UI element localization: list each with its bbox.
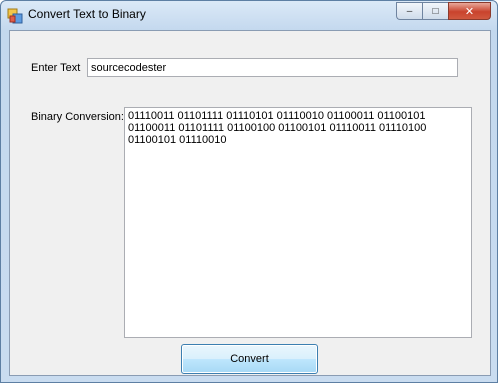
enter-text-label: Enter Text — [31, 62, 81, 74]
app-icon — [7, 8, 23, 24]
window-title: Convert Text to Binary — [28, 7, 146, 21]
minimize-button[interactable]: ‒ — [396, 2, 422, 20]
minimize-icon: ‒ — [406, 5, 413, 17]
binary-conversion-label: Binary Conversion: — [31, 111, 124, 123]
form-client-area: Enter Text Binary Conversion: 01110011 0… — [9, 30, 491, 376]
maximize-icon: □ — [432, 5, 439, 17]
maximize-button[interactable]: □ — [422, 2, 448, 20]
app-window: Convert Text to Binary ‒ □ ✕ Enter Text … — [0, 0, 498, 383]
title-bar[interactable]: Convert Text to Binary ‒ □ ✕ — [1, 1, 497, 29]
close-icon: ✕ — [464, 5, 475, 18]
text-input[interactable] — [87, 58, 458, 77]
binary-output-textarea[interactable]: 01110011 01101111 01110101 01110010 0110… — [124, 107, 472, 338]
convert-button[interactable]: Convert — [181, 344, 318, 374]
caption-buttons: ‒ □ ✕ — [396, 2, 491, 20]
close-button[interactable]: ✕ — [448, 2, 491, 20]
